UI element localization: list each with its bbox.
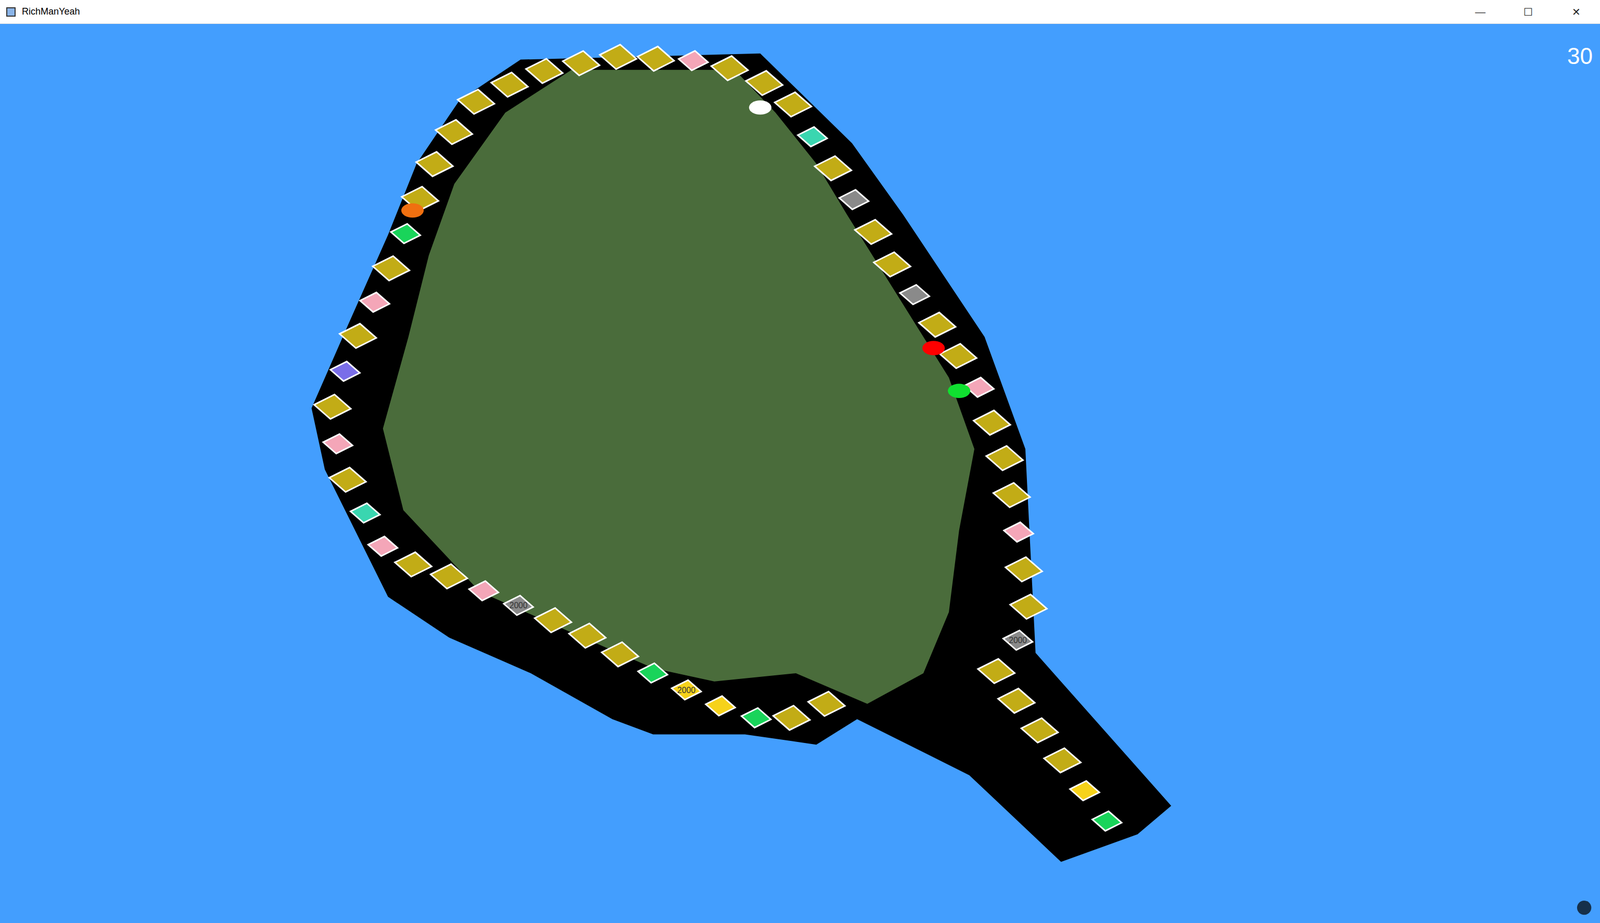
player-token [401,203,424,218]
board-tile[interactable] [808,691,846,717]
board-tile[interactable] [367,536,398,557]
board-tile[interactable]: 2000 [503,595,533,616]
board-tile[interactable] [395,552,433,577]
status-indicator [1577,900,1592,916]
board-tile[interactable] [745,70,783,96]
board-tile[interactable] [1092,811,1122,832]
board-tile[interactable] [986,446,1024,471]
board-tile[interactable] [457,89,495,114]
board-tile[interactable] [416,151,454,177]
board-tile[interactable] [741,708,771,729]
board-tile[interactable] [568,623,606,649]
board-tile[interactable] [899,284,930,305]
board-tile[interactable] [372,256,410,281]
board-tile[interactable] [323,434,353,454]
board-tile[interactable] [1021,718,1059,743]
board-tile[interactable] [797,127,828,147]
board-tile[interactable] [313,394,351,419]
board-tile[interactable] [705,696,735,717]
turn-counter: 30 [1567,44,1593,68]
board-tile[interactable] [637,46,675,71]
board-border [311,53,1172,863]
board-tile[interactable] [918,312,956,338]
board-tile[interactable] [973,410,1011,436]
board-tile[interactable] [711,56,749,81]
board-field [383,69,975,705]
player-token [947,384,971,399]
tile-label: 2000 [1008,636,1027,645]
board-tile[interactable] [390,223,421,244]
tile-label: 2000 [677,686,696,695]
game-window: RichManYeah —☐✕ 2000 2000 2000 30 [0,0,1600,923]
board-tile[interactable] [873,252,911,277]
board-tile[interactable] [1005,557,1043,582]
player-token [922,340,945,355]
board-tile[interactable] [562,51,600,76]
board-tile[interactable] [350,503,380,524]
window-control[interactable]: — [1456,0,1505,24]
board-tile[interactable] [430,564,468,589]
title-bar: RichManYeah —☐✕ [0,0,1600,24]
board-tile[interactable] [435,119,473,145]
board-tile[interactable] [993,483,1031,508]
board-tile[interactable] [638,663,668,684]
board: 2000 2000 2000 [0,23,1600,923]
player-token [748,100,772,115]
window-control[interactable]: ☐ [1504,0,1553,24]
board-tile[interactable] [329,467,367,493]
board-tile[interactable] [854,219,892,245]
tile-label: 2000 [509,601,528,611]
board-tile[interactable] [491,72,529,97]
board-tile[interactable] [468,581,499,602]
board-tile[interactable] [774,92,812,117]
board-tile[interactable] [526,58,564,84]
board-tile[interactable] [997,688,1035,714]
board-tile[interactable] [978,658,1015,684]
board-tile[interactable] [599,44,637,70]
board-tile[interactable] [1004,522,1034,543]
board-tile[interactable] [678,51,708,71]
window-control[interactable]: ✕ [1552,0,1600,24]
board-tile[interactable] [839,189,869,210]
board-tile[interactable] [360,292,390,313]
board-tile[interactable]: 2000 [671,680,702,701]
board-tile[interactable] [339,323,377,349]
app-icon [6,7,16,17]
board-tile[interactable] [814,156,852,181]
board-tile[interactable] [534,607,572,633]
board-tile[interactable] [773,705,811,731]
board-tile[interactable] [1010,594,1048,620]
board-tile[interactable] [330,361,360,382]
board-tile[interactable] [1070,781,1100,802]
board-tile[interactable] [601,642,639,667]
board-tile[interactable] [940,344,977,369]
window-title: RichManYeah [21,4,80,19]
board-tile[interactable]: 2000 [1002,630,1033,651]
game-view[interactable]: 2000 2000 2000 30 [0,23,1600,923]
board-tile[interactable] [1044,748,1082,773]
